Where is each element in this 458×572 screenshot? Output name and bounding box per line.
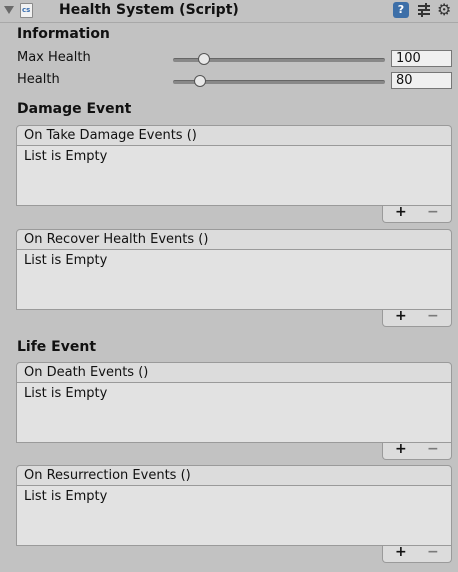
death-empty-text: List is Empty <box>16 383 452 443</box>
help-icon[interactable]: ? <box>393 2 409 18</box>
death-event-title: On Death Events () <box>16 362 452 383</box>
damage-event-heading: Damage Event <box>17 101 132 117</box>
component-header: Health System (Script) ? ⚙ <box>0 0 458 23</box>
preset-icon[interactable] <box>416 2 432 18</box>
death-add-button[interactable]: + <box>395 441 407 457</box>
death-event-list: On Death Events () List is Empty + − <box>16 362 452 460</box>
death-list-controls: + − <box>382 441 452 460</box>
recover-health-remove-button[interactable]: − <box>427 308 439 324</box>
resurrection-add-button[interactable]: + <box>395 544 407 560</box>
resurrection-event-list: On Resurrection Events () List is Empty … <box>16 465 452 563</box>
foldout-arrow-icon[interactable] <box>4 6 14 14</box>
take-damage-empty-text: List is Empty <box>16 146 452 206</box>
death-remove-button[interactable]: − <box>427 441 439 457</box>
take-damage-list-controls: + − <box>382 204 452 223</box>
recover-health-event-title: On Recover Health Events () <box>16 229 452 250</box>
resurrection-remove-button[interactable]: − <box>427 544 439 560</box>
health-slider-thumb[interactable] <box>194 75 207 87</box>
resurrection-list-controls: + − <box>382 544 452 563</box>
take-damage-remove-button[interactable]: − <box>427 204 439 220</box>
max-health-field[interactable]: 100 <box>391 50 452 67</box>
take-damage-event-list: On Take Damage Events () List is Empty +… <box>16 125 452 223</box>
component-title: Health System (Script) <box>59 2 239 18</box>
life-event-heading: Life Event <box>17 339 97 355</box>
recover-health-empty-text: List is Empty <box>16 250 452 310</box>
health-label: Health <box>17 72 60 87</box>
information-heading: Information <box>17 26 110 42</box>
take-damage-event-title: On Take Damage Events () <box>16 125 452 146</box>
gear-icon[interactable]: ⚙ <box>437 2 453 18</box>
cs-script-icon <box>20 3 33 18</box>
recover-health-add-button[interactable]: + <box>395 308 407 324</box>
recover-health-list-controls: + − <box>382 308 452 327</box>
max-health-label: Max Health <box>17 50 91 65</box>
resurrection-empty-text: List is Empty <box>16 486 452 546</box>
take-damage-add-button[interactable]: + <box>395 204 407 220</box>
recover-health-event-list: On Recover Health Events () List is Empt… <box>16 229 452 327</box>
health-field[interactable]: 80 <box>391 72 452 89</box>
max-health-slider-thumb[interactable] <box>198 53 211 65</box>
resurrection-event-title: On Resurrection Events () <box>16 465 452 486</box>
